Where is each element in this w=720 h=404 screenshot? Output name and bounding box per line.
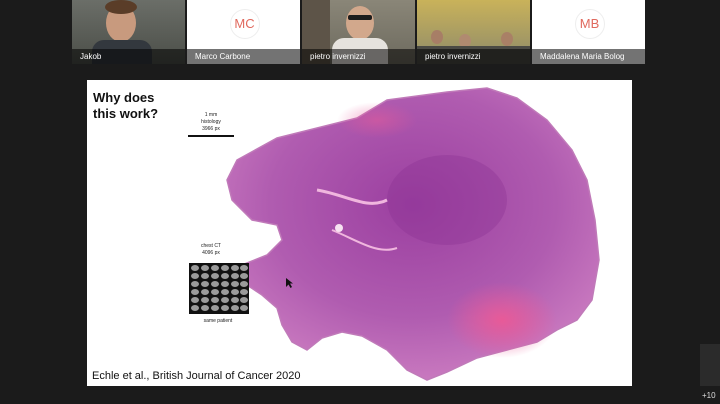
participant-name: Jakob [72, 49, 185, 64]
ct-thumbnails [191, 265, 248, 311]
participant-scroll-tile[interactable] [700, 344, 720, 386]
participant-tile-maddalena[interactable]: MB Maddalena Maria Bolog [532, 0, 645, 64]
ct-line-1: chest CT [200, 243, 221, 249]
participant-tile-pietro-1[interactable]: pietro invernizzi [302, 0, 415, 64]
shared-slide: Why does this work? 1 mm histology 3966 … [87, 80, 632, 386]
participant-strip: Jakob MC Marco Carbone pietro invernizzi… [0, 0, 720, 64]
person-hair [105, 0, 137, 14]
participant-tile-jakob[interactable]: Jakob [72, 0, 185, 64]
ct-line-2: 4096 px [202, 250, 220, 256]
histology-image [226, 87, 600, 381]
avatar: MB [574, 9, 605, 39]
participant-name: pietro invernizzi [302, 49, 415, 64]
more-participants-count[interactable]: +10 [702, 391, 716, 400]
pink-region [337, 102, 417, 138]
pink-region [447, 282, 557, 358]
participant-tile-pietro-2[interactable]: pietro invernizzi [417, 0, 530, 64]
person-figure [346, 6, 374, 40]
ct-scan-grid [189, 263, 249, 314]
participant-tile-marco[interactable]: MC Marco Carbone [187, 0, 300, 64]
participant-name: Marco Carbone [187, 49, 300, 64]
dense-region [387, 155, 507, 245]
participant-name: pietro invernizzi [417, 49, 530, 64]
ct-caption: same patient [203, 318, 233, 324]
person-figure [431, 30, 443, 44]
person-figure [501, 32, 513, 46]
avatar: MC [229, 9, 260, 39]
participant-name: Maddalena Maria Bolog [532, 49, 645, 64]
mouse-cursor-icon [286, 278, 293, 288]
vessel-lumen [335, 224, 343, 232]
citation: Echle et al., British Journal of Cancer … [92, 370, 301, 382]
ct-label: chest CT 4096 px [188, 243, 234, 257]
glasses [348, 15, 372, 20]
